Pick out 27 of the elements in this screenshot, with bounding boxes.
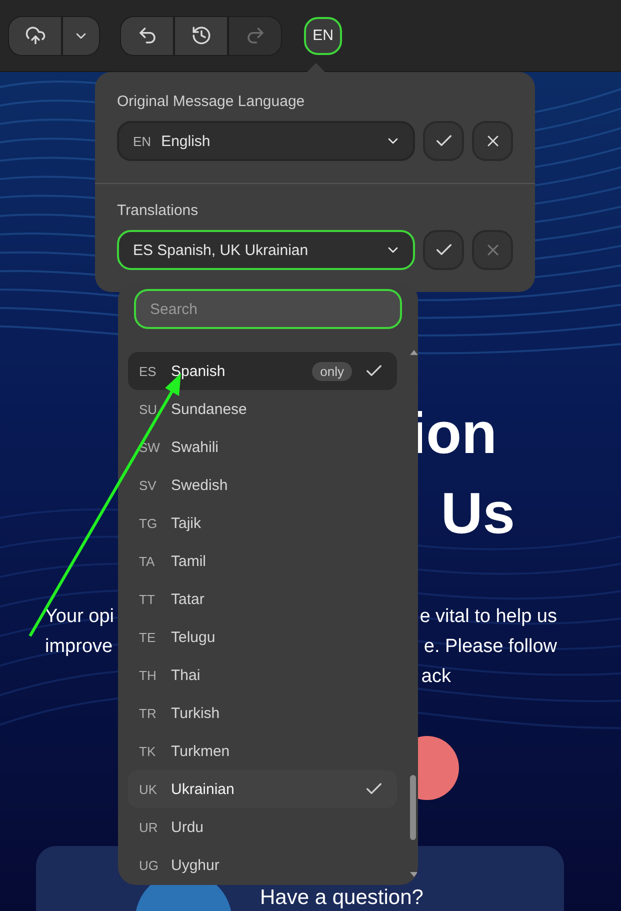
language-option[interactable]: UG Uyghur <box>128 846 397 884</box>
language-option[interactable]: ES Spanish only <box>128 352 397 390</box>
language-option[interactable]: TR Turkish <box>128 694 397 732</box>
paragraph-text: e vital to help us <box>420 605 557 629</box>
section-label: Original Message Language <box>117 93 306 110</box>
section-label: Translations <box>117 202 200 219</box>
language-button[interactable]: EN <box>304 16 342 54</box>
language-option[interactable]: TT Tatar <box>128 580 397 618</box>
language-option[interactable]: TA Tamil <box>128 542 397 580</box>
language-select[interactable]: ES Spanish, UK Ukrainian <box>117 230 416 270</box>
language-option[interactable]: UR Urdu <box>128 808 397 846</box>
search-field[interactable]: Search <box>134 289 402 329</box>
language-option[interactable]: TH Thai <box>128 656 397 694</box>
card-title: Have a question? <box>260 886 424 910</box>
only-badge[interactable]: only <box>312 362 352 380</box>
paragraph-text: e. Please follow <box>424 635 557 659</box>
language-option[interactable]: TK Turkmen <box>128 732 397 770</box>
paragraph-text: ack <box>421 665 451 689</box>
language-option[interactable]: TG Tajik <box>128 504 397 542</box>
paragraph-text: improve <box>45 635 113 659</box>
language-option[interactable]: TE Telugu <box>128 618 397 656</box>
language-option[interactable]: UK Ukrainian <box>128 770 397 808</box>
heading-text: Us <box>440 480 515 548</box>
language-select[interactable]: EN English <box>117 121 416 161</box>
paragraph-text: Your opi <box>45 605 114 629</box>
language-option[interactable]: SU Sundanese <box>128 390 397 428</box>
language-option[interactable]: SV Swedish <box>128 466 397 504</box>
